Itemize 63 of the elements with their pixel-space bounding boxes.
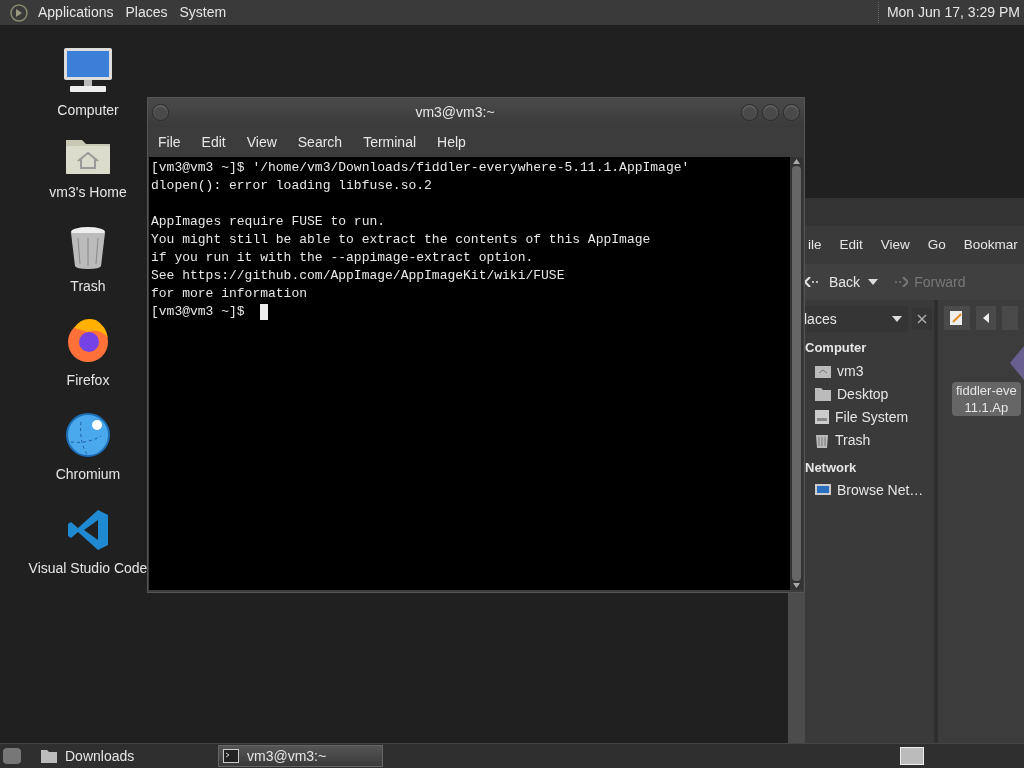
desktop-icon-label[interactable]: Chromium bbox=[55, 464, 121, 485]
menu-item[interactable]: Edit bbox=[839, 234, 863, 256]
workspace-switcher-icon[interactable] bbox=[900, 747, 924, 765]
back-arrow-icon bbox=[805, 277, 819, 287]
scroll-up-icon[interactable] bbox=[793, 159, 800, 164]
scroll-down-icon[interactable] bbox=[793, 583, 800, 588]
panel-menu[interactable]: Places bbox=[120, 2, 173, 23]
taskbar-button[interactable]: Downloads bbox=[37, 745, 202, 767]
folder-icon bbox=[815, 387, 831, 401]
menu-item[interactable]: ile bbox=[808, 234, 822, 256]
desktop-icon-label[interactable]: Visual Studio Code bbox=[28, 558, 148, 579]
monitor-icon bbox=[62, 46, 114, 94]
menu-item[interactable]: Search bbox=[288, 131, 352, 153]
network-monitor-icon bbox=[815, 483, 831, 498]
scrollbar[interactable] bbox=[790, 157, 803, 590]
sidebar-item[interactable]: Browse Net… bbox=[805, 479, 934, 502]
back-button[interactable]: Back bbox=[805, 271, 861, 293]
edit-icon[interactable] bbox=[944, 306, 970, 330]
sidebar-item[interactable]: Trash bbox=[805, 428, 934, 452]
clock[interactable]: Mon Jun 17, 3:29 PM bbox=[877, 2, 1024, 23]
sidebar-item[interactable]: Desktop bbox=[805, 382, 934, 406]
panel-menu[interactable]: Applications bbox=[33, 2, 119, 23]
menu-item[interactable]: Bookmar bbox=[963, 234, 1018, 256]
close-icon bbox=[917, 314, 927, 324]
panel-menu[interactable]: System bbox=[174, 2, 232, 23]
places-dropdown[interactable]: laces bbox=[802, 306, 908, 332]
menu-item[interactable]: View bbox=[237, 131, 286, 153]
taskbar-button[interactable]: vm3@vm3:~ bbox=[218, 745, 383, 767]
folder-icon bbox=[41, 749, 57, 763]
menu-item[interactable]: Help bbox=[428, 131, 475, 153]
trash-icon bbox=[68, 224, 108, 270]
trash-icon bbox=[815, 432, 829, 448]
text-cursor bbox=[260, 304, 269, 320]
window-title: vm3@vm3:~ bbox=[414, 103, 496, 122]
minimize-button[interactable] bbox=[741, 104, 758, 121]
show-desktop-icon[interactable] bbox=[3, 748, 21, 764]
menu-item[interactable]: Terminal bbox=[354, 131, 426, 153]
distro-logo-icon bbox=[10, 3, 28, 22]
sidebar-heading: Computer bbox=[805, 339, 868, 357]
terminal-icon bbox=[223, 749, 239, 763]
maximize-button[interactable] bbox=[762, 104, 779, 121]
close-button[interactable] bbox=[912, 308, 932, 330]
desktop-icon-label[interactable]: Computer bbox=[57, 100, 119, 121]
menu-item[interactable]: View bbox=[880, 234, 910, 256]
desktop-icon-label[interactable]: Trash bbox=[70, 276, 106, 297]
dropdown-caret-icon bbox=[892, 316, 902, 322]
window-menu-button[interactable] bbox=[152, 104, 169, 121]
desktop-icon-label[interactable]: Firefox bbox=[66, 370, 110, 391]
drive-icon bbox=[815, 410, 829, 424]
sidebar-item[interactable]: vm3 bbox=[805, 359, 934, 383]
file-icon bbox=[1010, 346, 1024, 380]
globe-icon bbox=[65, 412, 111, 458]
code-editor-icon bbox=[66, 508, 110, 552]
dropdown-caret-icon[interactable] bbox=[868, 279, 879, 285]
desktop-icon-label[interactable]: vm3's Home bbox=[49, 182, 127, 203]
menu-item[interactable]: Edit bbox=[192, 131, 235, 153]
sidebar-heading: Network bbox=[805, 458, 858, 477]
menu-item[interactable]: Go bbox=[927, 234, 946, 256]
sidebar-item[interactable]: File System bbox=[805, 405, 934, 429]
menu-item[interactable]: File bbox=[149, 131, 190, 153]
forward-arrow-icon bbox=[894, 277, 909, 287]
terminal-output: [vm3@vm3 ~]$ '/home/vm3/Downloads/fiddler-everywhere-5.11.1.AppImage' dlopen(): error loading libfuse.so.2 AppImages require FUSE to run. You might still be able to extract the contents of this AppImage if you run it with the --appimage-extract option. See https://github.com/AppImage/AppImageKit/wiki/FUSE for more information [vm3@vm3 ~]$ bbox=[149, 157, 790, 590]
file-label[interactable]: fiddler-eve 11.1.Ap bbox=[952, 382, 1021, 416]
